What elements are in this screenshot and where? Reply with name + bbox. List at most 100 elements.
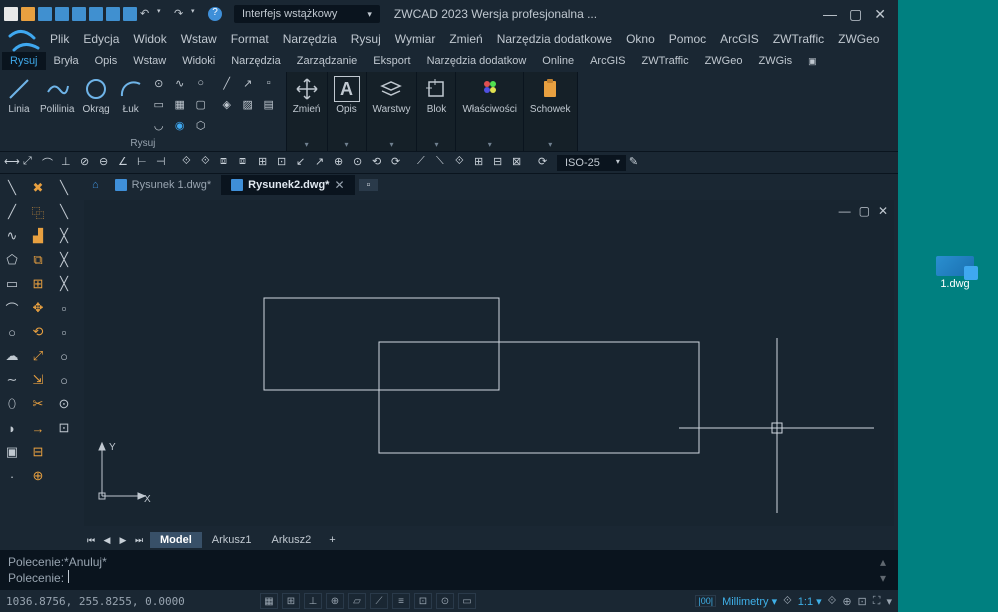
tl-poly-icon[interactable]: ⬠ bbox=[2, 250, 22, 270]
st-full-icon[interactable]: ⛶ bbox=[873, 595, 881, 608]
lt-last-icon[interactable]: ⏭ bbox=[132, 533, 146, 547]
dim-q9-icon[interactable]: ⊕ bbox=[334, 155, 350, 171]
tg-8-icon[interactable]: ○ bbox=[54, 346, 74, 366]
menu-wymiar[interactable]: Wymiar bbox=[395, 32, 436, 46]
lt-next-icon[interactable]: ▶ bbox=[116, 533, 130, 547]
ribbon-panel-schowek[interactable]: Schowek ▾ bbox=[524, 72, 578, 151]
tm-array-icon[interactable]: ⊞ bbox=[28, 274, 48, 294]
menu-pomoc[interactable]: Pomoc bbox=[669, 32, 706, 46]
dim-q7-icon[interactable]: ↙ bbox=[296, 155, 312, 171]
mini-point-icon[interactable]: ⊙ bbox=[152, 76, 166, 90]
tab-wstaw[interactable]: Wstaw bbox=[125, 52, 174, 70]
tl-ellipse-icon[interactable]: ⬯ bbox=[2, 394, 22, 414]
tg-11-icon[interactable]: ⊡ bbox=[54, 418, 74, 438]
ribbon-panel-blok[interactable]: Blok ▾ bbox=[417, 72, 456, 151]
st-grid-icon[interactable]: ▦ bbox=[260, 593, 278, 609]
doc-new-icon[interactable]: ▫ bbox=[359, 179, 379, 191]
tl-pline-icon[interactable]: ∿ bbox=[2, 226, 22, 246]
mini-region-icon[interactable]: ▢ bbox=[194, 97, 208, 111]
dim-e3-icon[interactable]: ⟐ bbox=[455, 155, 471, 171]
doc-tab-1[interactable]: Rysunek 1.dwg* bbox=[105, 176, 222, 194]
qat-saveall-icon[interactable] bbox=[55, 7, 69, 21]
tm-stretch-icon[interactable]: ⇲ bbox=[28, 370, 48, 390]
qat-undo-icon[interactable]: ↶ bbox=[140, 7, 154, 21]
tl-revcloud-icon[interactable]: ☁ bbox=[2, 346, 22, 366]
dim-ang-icon[interactable]: ∠ bbox=[118, 155, 134, 171]
tl-arc-icon[interactable]: ⌒ bbox=[2, 298, 22, 318]
qat-redo-dd-icon[interactable]: ▾ bbox=[191, 7, 205, 21]
dim-q11-icon[interactable]: ⟲ bbox=[372, 155, 388, 171]
btn-linia[interactable]: Linia bbox=[6, 76, 32, 115]
mini-m3-icon[interactable]: ▫ bbox=[262, 76, 276, 90]
qat-save-icon[interactable] bbox=[38, 7, 52, 21]
dim-q6-icon[interactable]: ⊡ bbox=[277, 155, 293, 171]
mini-poly-icon[interactable]: ⬡ bbox=[194, 118, 208, 132]
cmd-scroll-down-icon[interactable]: ▾ bbox=[876, 570, 890, 586]
qat-help-icon[interactable]: ? bbox=[208, 7, 222, 21]
menu-wstaw[interactable]: Wstaw bbox=[181, 32, 217, 46]
dim-edit-icon[interactable]: ✎ bbox=[629, 155, 645, 171]
tab-zarzadzanie[interactable]: Zarządzanie bbox=[289, 52, 366, 70]
tl-circle-icon[interactable]: ○ bbox=[2, 322, 22, 342]
st-units-icon[interactable]: |00| bbox=[695, 595, 716, 607]
layout-tab-arkusz2[interactable]: Arkusz2 bbox=[262, 532, 322, 548]
menu-widok[interactable]: Widok bbox=[133, 32, 166, 46]
menu-format[interactable]: Format bbox=[231, 32, 269, 46]
menu-narzedzia[interactable]: Narzędzia bbox=[283, 32, 337, 46]
mini-ray-icon[interactable]: ↗ bbox=[241, 76, 255, 90]
tg-10-icon[interactable]: ⊙ bbox=[54, 394, 74, 414]
canvas-max-icon[interactable]: ▢ bbox=[859, 204, 870, 218]
layout-tab-arkusz1[interactable]: Arkusz1 bbox=[202, 532, 262, 548]
ribbon-panel-zmien[interactable]: Zmień ▾ bbox=[287, 72, 328, 151]
tg-3-icon[interactable]: ╳ bbox=[54, 226, 74, 246]
dim-e5-icon[interactable]: ⊟ bbox=[493, 155, 509, 171]
command-line[interactable]: Polecenie: *Anuluj* ▴ Polecenie: ▾ bbox=[0, 550, 898, 590]
tab-widoki[interactable]: Widoki bbox=[174, 52, 223, 70]
tl-point-icon[interactable]: · bbox=[2, 466, 22, 486]
tab-narzedzia[interactable]: Narzędzia bbox=[223, 52, 289, 70]
canvas[interactable]: — ▢ ✕ bbox=[84, 200, 894, 526]
qat-open-icon[interactable] bbox=[21, 7, 35, 21]
menu-okno[interactable]: Okno bbox=[626, 32, 655, 46]
mini-arc2-icon[interactable]: ◡ bbox=[152, 118, 166, 132]
mini-xline-icon[interactable]: ╱ bbox=[220, 76, 234, 90]
mini-m5-icon[interactable]: ▨ bbox=[241, 97, 255, 111]
st-nav1-icon[interactable]: ⟐ bbox=[783, 595, 792, 608]
tm-scale-icon[interactable]: ⤢ bbox=[28, 346, 48, 366]
st-nav3-icon[interactable]: ⊕ bbox=[842, 595, 851, 608]
st-polar-icon[interactable]: ⊕ bbox=[326, 593, 344, 609]
tl-ellarc-icon[interactable]: ◗ bbox=[2, 418, 22, 438]
tl-line-icon[interactable]: ╲ bbox=[2, 178, 22, 198]
tm-offset-icon[interactable]: ⧉ bbox=[28, 250, 48, 270]
st-scale[interactable]: 1:1 ▾ bbox=[798, 595, 822, 608]
lt-prev-icon[interactable]: ◀ bbox=[100, 533, 114, 547]
tl-xline-icon[interactable]: ╱ bbox=[2, 202, 22, 222]
st-otrack-icon[interactable]: ⟋ bbox=[370, 593, 388, 609]
dim-q5-icon[interactable]: ⊞ bbox=[258, 155, 274, 171]
tl-spline-icon[interactable]: ∼ bbox=[2, 370, 22, 390]
st-units[interactable]: Millimetry ▾ bbox=[722, 595, 777, 608]
tm-copy-icon[interactable]: ⿻ bbox=[28, 202, 48, 222]
dim-q4-icon[interactable]: ⧈ bbox=[239, 155, 255, 171]
dim-aligned-icon[interactable]: ⤢ bbox=[23, 155, 39, 171]
btn-polilinia[interactable]: Polilinia bbox=[40, 76, 74, 115]
menu-zmien[interactable]: Zmień bbox=[449, 32, 482, 46]
tab-zwgeo[interactable]: ZWGeo bbox=[697, 52, 751, 70]
ribbon-panel-opis[interactable]: A Opis ▾ bbox=[328, 72, 367, 151]
dim-e6-icon[interactable]: ⊠ bbox=[512, 155, 528, 171]
maximize-button[interactable]: ▢ bbox=[849, 6, 862, 23]
tm-break-icon[interactable]: ⊟ bbox=[28, 442, 48, 462]
mini-ellipse-icon[interactable]: ○ bbox=[194, 76, 208, 90]
btn-okrag[interactable]: Okrąg bbox=[82, 76, 109, 115]
tm-move-icon[interactable]: ✥ bbox=[28, 298, 48, 318]
st-ortho-icon[interactable]: ⊥ bbox=[304, 593, 322, 609]
tab-bryla[interactable]: Bryła bbox=[46, 52, 87, 70]
close-button[interactable]: ✕ bbox=[874, 6, 886, 23]
dim-upd-icon[interactable]: ⟳ bbox=[538, 155, 554, 171]
cmd-scroll-up-icon[interactable]: ▴ bbox=[876, 554, 890, 570]
tab-arcgis[interactable]: ArcGIS bbox=[582, 52, 633, 70]
st-osnap-icon[interactable]: ▱ bbox=[348, 593, 366, 609]
tm-mirror-icon[interactable]: ▟ bbox=[28, 226, 48, 246]
qat-preview-icon[interactable] bbox=[89, 7, 103, 21]
qat-new-icon[interactable] bbox=[4, 7, 18, 21]
